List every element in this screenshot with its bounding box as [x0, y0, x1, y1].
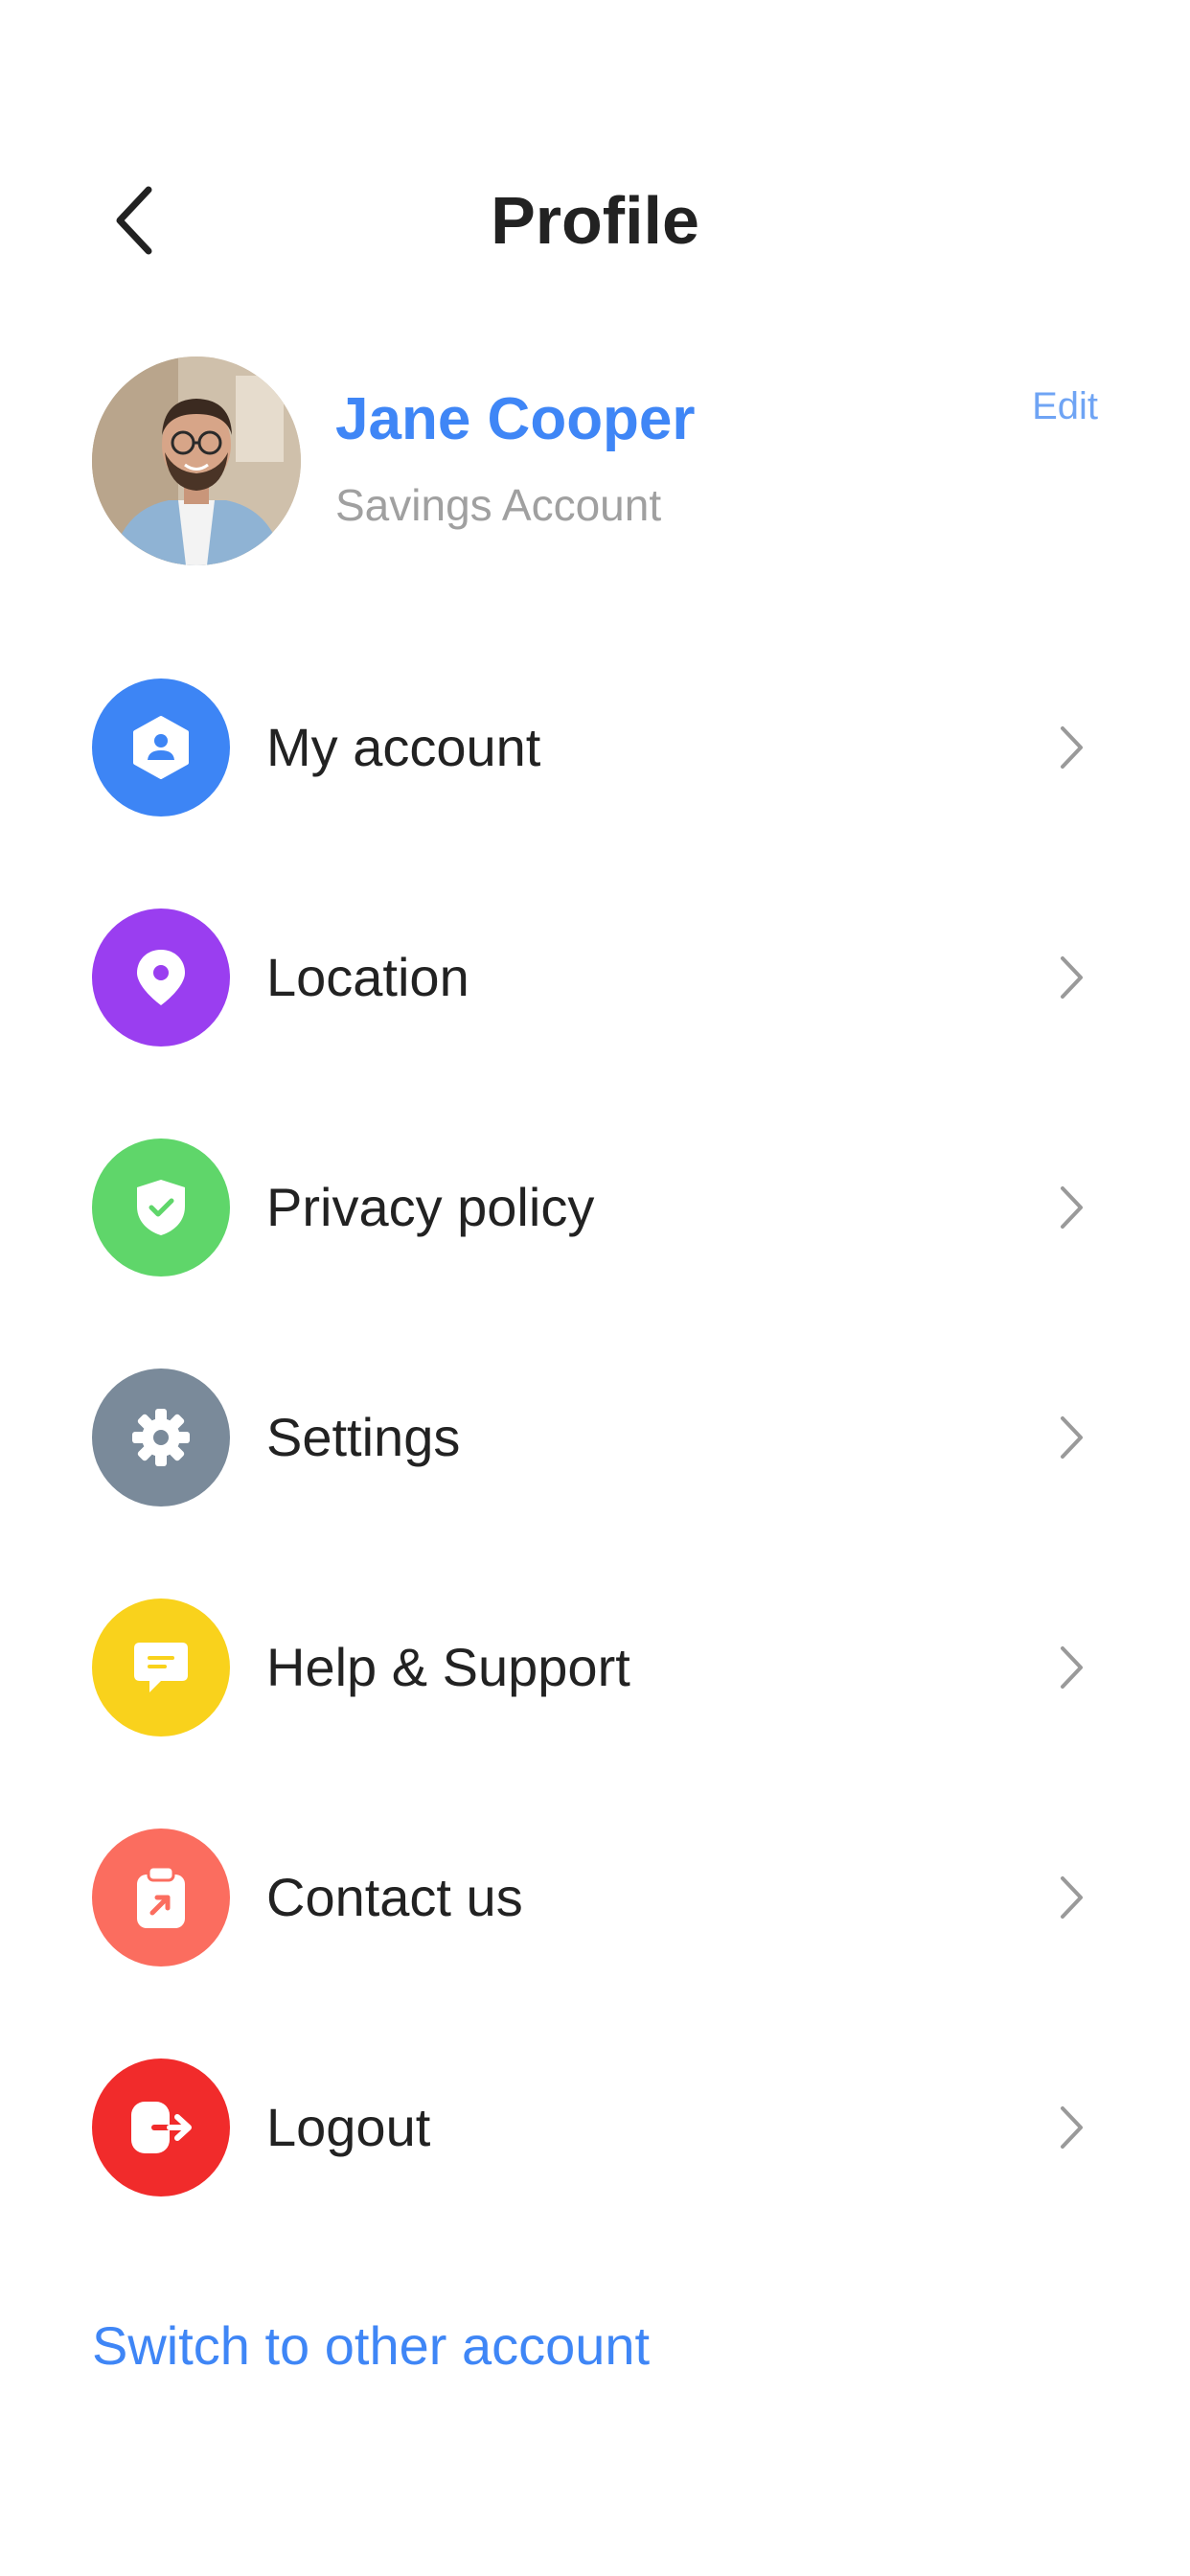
menu-list: My account Location Privacy policy Setti… — [92, 678, 1098, 2288]
chevron-right-icon — [1044, 1181, 1098, 1234]
avatar-photo — [92, 356, 301, 565]
menu-item-label: Contact us — [266, 1867, 523, 1927]
shield-check-icon — [92, 1138, 230, 1276]
chevron-right-icon — [1044, 721, 1098, 774]
chevron-right-icon — [1044, 951, 1098, 1004]
location-pin-icon — [92, 908, 230, 1046]
menu-item-label: My account — [266, 717, 541, 777]
menu-item-label: Logout — [266, 2097, 431, 2157]
menu-item-help-support[interactable]: Help & Support — [92, 1598, 1098, 1736]
logout-icon — [92, 2058, 230, 2196]
header: Profile — [0, 163, 1190, 278]
menu-item-logout[interactable]: Logout — [92, 2058, 1098, 2196]
profile-name: Jane Cooper — [335, 386, 696, 452]
chevron-right-icon — [1044, 1871, 1098, 1924]
menu-item-label: Help & Support — [266, 1637, 630, 1697]
avatar[interactable] — [92, 356, 301, 565]
menu-item-label: Privacy policy — [266, 1177, 595, 1237]
profile-card: Jane Cooper Savings Account Edit — [92, 356, 1098, 565]
menu-item-contact-us[interactable]: Contact us — [92, 1828, 1098, 1966]
chevron-right-icon — [1044, 1641, 1098, 1694]
chevron-right-icon — [1044, 1411, 1098, 1464]
chevron-right-icon — [1044, 2101, 1098, 2154]
menu-item-settings[interactable]: Settings — [92, 1368, 1098, 1506]
chat-bubble-icon — [92, 1598, 230, 1736]
menu-item-location[interactable]: Location — [92, 908, 1098, 1046]
edit-button[interactable]: Edit — [1032, 385, 1098, 428]
clipboard-arrow-icon — [92, 1828, 230, 1966]
page-title: Profile — [491, 183, 699, 258]
account-type: Savings Account — [335, 480, 662, 530]
menu-item-label: Location — [266, 947, 469, 1007]
gear-icon — [92, 1368, 230, 1506]
user-hexagon-icon — [92, 678, 230, 816]
menu-item-label: Settings — [266, 1407, 461, 1467]
menu-item-privacy-policy[interactable]: Privacy policy — [92, 1138, 1098, 1276]
switch-account-link[interactable]: Switch to other account — [92, 2314, 650, 2377]
menu-item-my-account[interactable]: My account — [92, 678, 1098, 816]
